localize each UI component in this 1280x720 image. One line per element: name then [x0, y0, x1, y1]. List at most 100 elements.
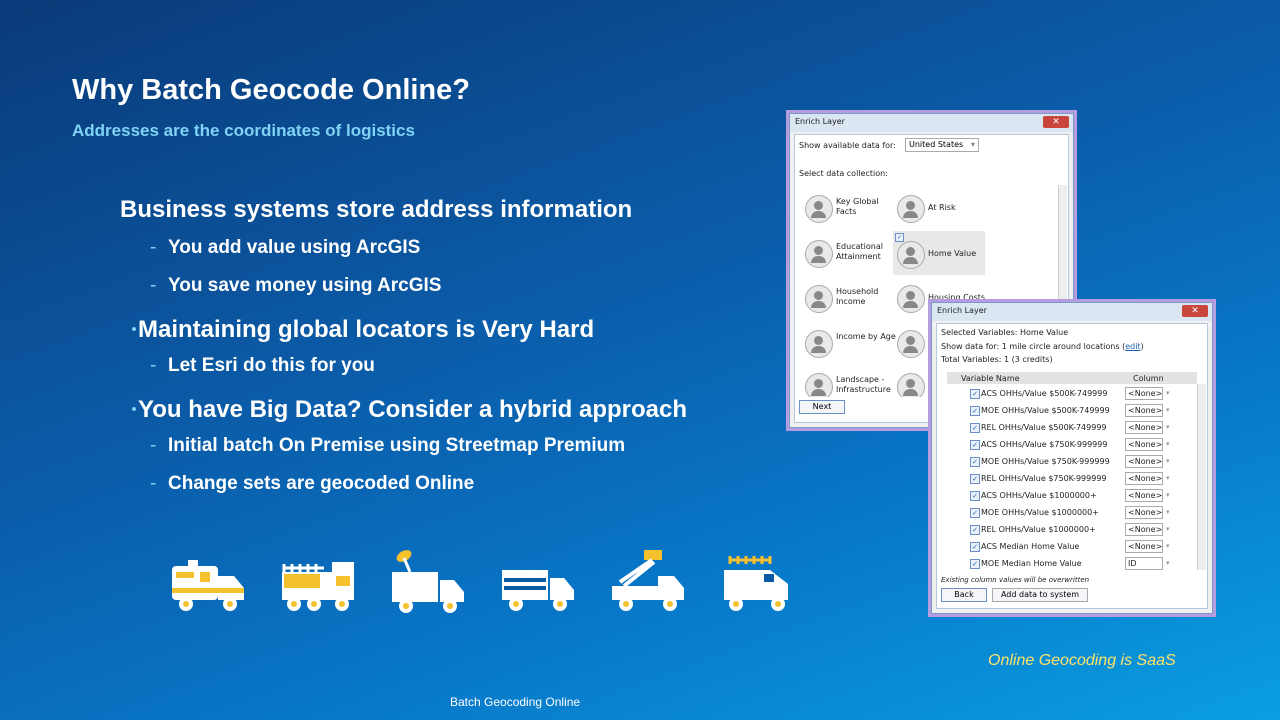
- col-column: Column: [1133, 374, 1164, 383]
- table-row: ✓ REL OHHs/Value $750K-999999 <None> ▾: [947, 471, 1197, 488]
- ambulance-icon: [172, 560, 244, 611]
- checkbox-icon[interactable]: ✓: [970, 389, 980, 399]
- collection-landscape-infrastructure[interactable]: Landscape - Infrastructure: [805, 369, 891, 397]
- collection-key-global-facts[interactable]: Key Global Facts: [805, 191, 891, 231]
- table-row: ✓ MOE OHHs/Value $750K-999999 <None> ▾: [947, 454, 1197, 471]
- variable-name: ACS OHHs/Value $1000000+: [981, 491, 1097, 500]
- column-select[interactable]: <None>: [1125, 506, 1163, 519]
- chevron-down-icon: ▾: [1166, 474, 1170, 482]
- variable-name: MOE OHHs/Value $500K-749999: [981, 406, 1110, 415]
- variables-scrollbar[interactable]: [1197, 384, 1206, 570]
- utility-van-icon: [724, 556, 788, 611]
- checkbox-icon[interactable]: ✓: [970, 406, 980, 416]
- col-variable-name: Variable Name: [961, 374, 1020, 383]
- add-data-button[interactable]: Add data to system: [992, 588, 1088, 602]
- dialog-titlebar: Enrich Layer ✕: [932, 303, 1212, 321]
- bullet-item: Maintaining global locators is Very Hard: [132, 316, 594, 344]
- checkbox-icon[interactable]: ✓: [970, 542, 980, 552]
- variable-name: MOE Median Home Value: [981, 559, 1082, 568]
- slide: Why Batch Geocode Online? Addresses are …: [0, 0, 1280, 720]
- chevron-down-icon: ▾: [1166, 542, 1170, 550]
- collection-household-income[interactable]: Household Income: [805, 281, 891, 321]
- table-row: ✓ MOE OHHs/Value $500K-749999 <None> ▾: [947, 403, 1197, 420]
- variable-name: MOE OHHs/Value $750K-999999: [981, 457, 1110, 466]
- show-data-label: Show available data for:: [799, 141, 896, 150]
- checkbox-icon[interactable]: ✓: [970, 559, 980, 569]
- variable-name: ACS OHHs/Value $500K-749999: [981, 389, 1108, 398]
- checkbox-icon[interactable]: ✓: [970, 474, 980, 484]
- variable-name: REL OHHs/Value $1000000+: [981, 525, 1096, 534]
- sub-bullet-item: - You add value using ArcGIS: [150, 237, 421, 258]
- person-icon: [897, 330, 925, 358]
- table-row: ✓ ACS OHHs/Value $500K-749999 <None> ▾: [947, 386, 1197, 403]
- chevron-down-icon: ▾: [1166, 389, 1170, 397]
- sub-bullet-item: - Let Esri do this for you: [150, 355, 375, 376]
- total-variables-label: Total Variables: 1 (3 credits): [941, 355, 1053, 364]
- table-row: ✓ MOE OHHs/Value $1000000+ <None> ▾: [947, 505, 1197, 522]
- variable-name: MOE OHHs/Value $1000000+: [981, 508, 1099, 517]
- column-select[interactable]: <None>: [1125, 523, 1163, 536]
- column-select[interactable]: <None>: [1125, 455, 1163, 468]
- collection-educational-attainment[interactable]: Educational Attainment: [805, 236, 891, 276]
- collection-income-by-age[interactable]: Income by Age: [805, 326, 896, 366]
- column-select[interactable]: ID: [1125, 557, 1163, 570]
- column-select[interactable]: <None>: [1125, 472, 1163, 485]
- column-select[interactable]: <None>: [1125, 387, 1163, 400]
- checkbox-icon[interactable]: ✓: [970, 525, 980, 535]
- bullet-item: Business systems store address informati…: [120, 196, 633, 223]
- show-data-for-label: Show data for: 1 mile circle around loca…: [941, 342, 1144, 351]
- table-row: ✓ MOE Median Home Value ID ▾: [947, 556, 1197, 573]
- checkbox-icon[interactable]: ✓: [970, 508, 980, 518]
- sub-bullet-item: - Change sets are geocoded Online: [150, 473, 475, 494]
- next-button[interactable]: Next: [799, 400, 845, 414]
- select-collection-label: Select data collection:: [799, 169, 888, 178]
- sub-bullet-item: - You save money using ArcGIS: [150, 275, 442, 296]
- column-select[interactable]: <None>: [1125, 421, 1163, 434]
- checkbox-icon[interactable]: ✓: [970, 440, 980, 450]
- column-select[interactable]: <None>: [1125, 489, 1163, 502]
- close-icon[interactable]: ✕: [1182, 305, 1208, 317]
- person-icon: [897, 195, 925, 223]
- people-icon: [805, 195, 833, 223]
- chevron-down-icon: ▾: [1166, 457, 1170, 465]
- table-row: ✓ ACS OHHs/Value $750K-999999 <None> ▾: [947, 437, 1197, 454]
- back-button[interactable]: Back: [941, 588, 987, 602]
- table-row: ✓ REL OHHs/Value $500K-749999 <None> ▾: [947, 420, 1197, 437]
- chevron-down-icon: ▾: [1166, 406, 1170, 414]
- column-select[interactable]: <None>: [1125, 540, 1163, 553]
- person-icon: [805, 330, 833, 358]
- chevron-down-icon: ▾: [1166, 423, 1170, 431]
- person-icon: [897, 241, 925, 269]
- dialog-titlebar: Enrich Layer ✕: [790, 114, 1073, 132]
- collection-home-value[interactable]: ✓ Home Value: [893, 231, 985, 275]
- person-icon: [897, 285, 925, 313]
- checkbox-icon: ✓: [895, 233, 904, 242]
- table-row: ✓ ACS OHHs/Value $1000000+ <None> ▾: [947, 488, 1197, 505]
- slide-footer: Batch Geocoding Online: [450, 695, 581, 709]
- variable-name: ACS Median Home Value: [981, 542, 1080, 551]
- slide-subtitle: Addresses are the coordinates of logisti…: [72, 121, 415, 140]
- checkbox-icon[interactable]: ✓: [970, 491, 980, 501]
- chevron-down-icon: ▾: [1166, 525, 1170, 533]
- box-truck-icon: [502, 570, 574, 611]
- close-icon[interactable]: ✕: [1043, 116, 1069, 128]
- variable-name: REL OHHs/Value $500K-749999: [981, 423, 1107, 432]
- country-select[interactable]: United States ▾: [905, 138, 979, 152]
- column-select[interactable]: <None>: [1125, 438, 1163, 451]
- sub-bullet-item: - Initial batch On Premise using Streetma…: [150, 435, 626, 456]
- bullet-item: You have Big Data? Consider a hybrid app…: [132, 396, 687, 424]
- saas-caption: Online Geocoding is SaaS: [988, 652, 1176, 669]
- edit-link[interactable]: edit: [1125, 342, 1140, 351]
- selected-variables-label: Selected Variables: Home Value: [941, 328, 1069, 337]
- checkbox-icon[interactable]: ✓: [970, 423, 980, 433]
- person-icon: [805, 285, 833, 313]
- landscape-icon: [897, 373, 925, 397]
- variable-name: REL OHHs/Value $750K-999999: [981, 474, 1107, 483]
- chevron-down-icon: ▾: [1166, 440, 1170, 448]
- chevron-down-icon: ▾: [1166, 491, 1170, 499]
- overwrite-note: Existing column values will be overwritt…: [941, 576, 1090, 584]
- column-select[interactable]: <None>: [1125, 404, 1163, 417]
- checkbox-icon[interactable]: ✓: [970, 457, 980, 467]
- table-row: ✓ REL OHHs/Value $1000000+ <None> ▾: [947, 522, 1197, 539]
- collection-at-risk[interactable]: At Risk: [897, 191, 983, 231]
